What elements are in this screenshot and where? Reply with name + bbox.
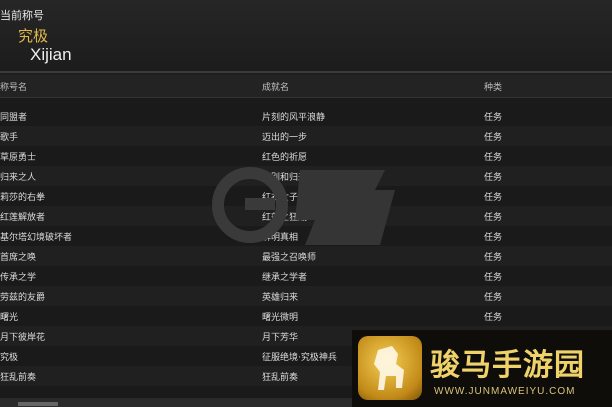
table-row[interactable]: 传承之学 继承之学者 任务 — [0, 266, 612, 286]
row-type: 任务 — [484, 213, 503, 223]
row-title: 究极 — [0, 353, 19, 363]
row-title: 月下彼岸花 — [0, 333, 46, 343]
row-type: 任务 — [484, 153, 503, 163]
row-achievement: 迈出的一步 — [262, 133, 308, 143]
row-title: 狂乱前奏 — [0, 373, 37, 383]
column-header-type[interactable]: 种类 — [484, 80, 502, 93]
row-type: 任务 — [484, 113, 503, 123]
row-achievement: 红莲之狂潮 — [262, 213, 308, 223]
horse-logo-icon — [358, 336, 422, 400]
row-achievement: 征服绝境·究极神兵 — [262, 353, 337, 363]
row-title: 劳兹的友爵 — [0, 293, 46, 303]
column-headers: 称号名 成就名 种类 — [0, 75, 612, 98]
column-header-achievement[interactable]: 成就名 — [262, 80, 289, 93]
row-title: 传承之学 — [0, 273, 37, 283]
current-title-value: 究极 — [18, 27, 49, 45]
site-logo-overlay: 骏马手游园 WWW.JUNMAWEIYU.COM — [352, 330, 612, 407]
table-row[interactable]: 莉莎的右拳 红衣女子 任务 — [0, 186, 612, 206]
row-title: 首席之唤 — [0, 253, 37, 263]
column-header-title[interactable]: 称号名 — [0, 80, 27, 93]
row-title: 基尔塔幻境破坏者 — [0, 233, 73, 243]
row-achievement: 红衣女子 — [262, 193, 299, 203]
row-type: 任务 — [484, 293, 503, 303]
table-row[interactable]: 红莲解放者 红莲之狂潮 任务 — [0, 206, 612, 226]
logo-text: 骏马手游园 — [430, 348, 585, 383]
page-indicator — [18, 402, 58, 406]
row-achievement: 红色的祈愿 — [262, 153, 308, 163]
player-name: Xijian — [30, 45, 72, 64]
row-title: 归来之人 — [0, 173, 37, 183]
table-row[interactable]: 归来之人 离别和归来 任务 — [0, 166, 612, 186]
current-title-label: 当前称号 — [0, 9, 44, 22]
row-achievement: 狂乱前奏 — [262, 373, 299, 383]
row-title: 红莲解放者 — [0, 213, 46, 223]
row-type: 任务 — [484, 233, 503, 243]
divider — [0, 71, 612, 73]
row-type: 任务 — [484, 313, 503, 323]
current-title-panel: 当前称号 究极 Xijian — [0, 0, 612, 72]
row-achievement: 继承之学者 — [262, 273, 308, 283]
row-achievement: 解明真相 — [262, 233, 299, 243]
row-achievement: 英雄归来 — [262, 293, 299, 303]
table-row[interactable]: 首席之唤 最强之召唤师 任务 — [0, 246, 612, 266]
table-row[interactable]: 基尔塔幻境破坏者 解明真相 任务 — [0, 226, 612, 246]
table-row[interactable]: 同盟者 片刻的风平浪静 任务 — [0, 106, 612, 126]
row-title: 草原勇士 — [0, 153, 37, 163]
row-achievement: 离别和归来 — [262, 173, 308, 183]
table-row[interactable]: 劳兹的友爵 英雄归来 任务 — [0, 286, 612, 306]
row-title: 曙光 — [0, 313, 19, 323]
row-type: 任务 — [484, 133, 503, 143]
row-achievement: 最强之召唤师 — [262, 253, 317, 263]
row-type: 任务 — [484, 173, 503, 183]
table-row[interactable]: 歌手 迈出的一步 任务 — [0, 126, 612, 146]
table-row[interactable]: 曙光 曙光微明 任务 — [0, 306, 612, 326]
row-title: 歌手 — [0, 133, 19, 143]
row-achievement: 月下芳华 — [262, 333, 299, 343]
row-type: 任务 — [484, 193, 503, 203]
logo-url: WWW.JUNMAWEIYU.COM — [434, 386, 576, 397]
row-title: 莉莎的右拳 — [0, 193, 46, 203]
row-achievement: 片刻的风平浪静 — [262, 113, 326, 123]
row-title: 同盟者 — [0, 113, 28, 123]
table-row[interactable]: 草原勇士 红色的祈愿 任务 — [0, 146, 612, 166]
row-type: 任务 — [484, 273, 503, 283]
row-achievement: 曙光微明 — [262, 313, 299, 323]
row-type: 任务 — [484, 253, 503, 263]
